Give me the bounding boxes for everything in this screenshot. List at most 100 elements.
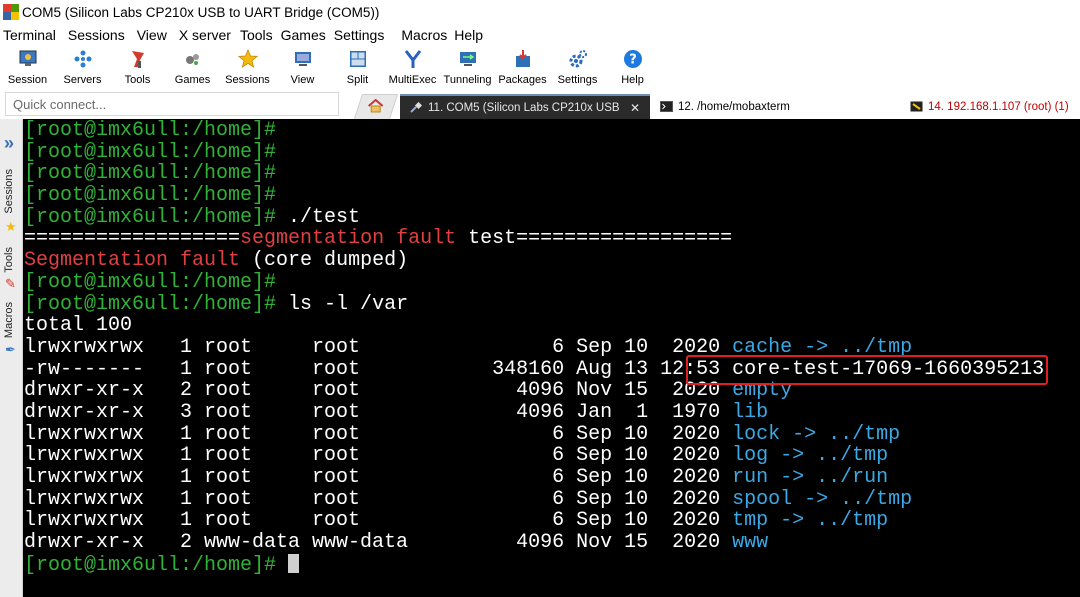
packages-button[interactable]: Packages	[495, 45, 550, 91]
terminal-line: Segmentation fault (core dumped)	[24, 250, 1080, 272]
terminal-line: [root@imx6ull:/home]#	[24, 163, 1080, 185]
terminal-lines: [root@imx6ull:/home]# [root@imx6ull:/home…	[24, 119, 1080, 577]
tab-ssh-root-label: 14. 192.168.1.107 (root) (1)	[928, 100, 1069, 113]
terminal-line: lrwxrwxrwx 1 root root 6 Sep 10 2020 tmp…	[24, 510, 1080, 532]
terminal-line: ==================segmentation fault tes…	[24, 228, 1080, 250]
terminal-line: drwxr-xr-x 2 www-data www-data 4096 Nov …	[24, 532, 1080, 554]
shell-prompt: [root@imx6ull:/home]#	[24, 205, 277, 229]
gear-icon	[567, 48, 589, 70]
shell-command: ./test	[276, 205, 361, 229]
tunneling-icon	[457, 48, 479, 70]
games-icon	[182, 48, 204, 70]
star-icon: ★	[5, 219, 17, 234]
help-button[interactable]: ? Help	[605, 45, 660, 91]
sidebar-tab-sessions[interactable]: Sessions	[3, 169, 15, 214]
games-button[interactable]: Games	[165, 45, 220, 91]
ls-link-target: -> ../tmp	[792, 487, 913, 511]
menu-tools[interactable]: Tools	[240, 27, 273, 43]
shell-prompt: [root@imx6ull:/home]#	[24, 270, 277, 294]
ls-entry-info: lrwxrwxrwx 1 root root 6 Sep 10 2020	[24, 335, 733, 359]
terminal-line: [root@imx6ull:/home]# ./test	[24, 205, 1080, 229]
toolbar: Session Servers Tools Games Sessions Vie…	[0, 45, 1080, 91]
sidebar-tab-macros[interactable]: Macros	[3, 302, 15, 338]
packages-icon	[512, 48, 534, 70]
mobaxterm-app-icon	[3, 4, 19, 20]
terminal-line: lrwxrwxrwx 1 root root 6 Sep 10 2020 loc…	[24, 422, 1080, 446]
menu-macros[interactable]: Macros	[401, 27, 447, 43]
error-text: Segmentation fault	[24, 249, 241, 273]
terminal-icon	[660, 101, 673, 112]
banner-rule: ==================	[516, 227, 733, 251]
ls-entry-info: lrwxrwxrwx 1 root root 6 Sep 10 2020	[24, 422, 733, 446]
terminal-line: [root@imx6ull:/home]#	[24, 141, 1080, 164]
split-icon	[347, 48, 369, 70]
shell-prompt: [root@imx6ull:/home]#	[24, 292, 277, 316]
star-icon	[237, 48, 259, 70]
terminal-line: [root@imx6ull:/home]#	[24, 270, 1080, 294]
tab-ssh-root[interactable]: 14. 192.168.1.107 (root) (1)	[902, 94, 1080, 119]
close-icon[interactable]: ✕	[630, 101, 640, 115]
tunneling-button[interactable]: Tunneling	[440, 45, 495, 91]
quick-connect-input[interactable]	[5, 92, 339, 116]
monitor-session-icon	[17, 48, 39, 70]
banner-error-text: segmentation fault	[240, 227, 457, 251]
session-button[interactable]: Session	[0, 45, 55, 91]
split-button[interactable]: Split	[330, 45, 385, 91]
settings-button[interactable]: Settings	[550, 45, 605, 91]
ls-link-target: -> ../tmp	[780, 422, 901, 446]
tab-com5[interactable]: 11. COM5 (Silicon Labs CP210x USB ✕	[400, 94, 652, 119]
tab-mobaxterm-label: 12. /home/mobaxterm	[678, 100, 790, 113]
shell-prompt: [root@imx6ull:/home]#	[24, 119, 277, 142]
tools-icon: ✎	[5, 276, 16, 291]
view-icon	[292, 48, 314, 70]
menu-terminal[interactable]: Terminal	[3, 27, 56, 43]
home-tab[interactable]	[353, 94, 399, 119]
ls-entry-name: run	[732, 466, 769, 489]
terminal-line: total 100	[24, 315, 1080, 337]
terminal-line: lrwxrwxrwx 1 root root 6 Sep 10 2020 run…	[24, 467, 1080, 489]
tab-strip: 11. COM5 (Silicon Labs CP210x USB ✕ 12. …	[0, 91, 1080, 119]
ls-entry-info: drwxr-xr-x 2 www-data www-data 4096 Nov …	[24, 531, 733, 555]
view-button[interactable]: View	[275, 45, 330, 91]
tools-button[interactable]: Tools	[110, 45, 165, 91]
multiexec-button[interactable]: MultiExec	[385, 45, 440, 91]
terminal-line: [root@imx6ull:/home]#	[24, 185, 1080, 207]
terminal-line: [root@imx6ull:/home]#	[24, 553, 1080, 577]
servers-button[interactable]: Servers	[55, 45, 110, 91]
tab-mobaxterm[interactable]: 12. /home/mobaxterm	[650, 94, 900, 119]
terminal-line: drwxr-xr-x 3 root root 4096 Jan 1 1970 l…	[24, 402, 1080, 424]
ls-entry-name: tmp	[732, 509, 769, 533]
menu-help[interactable]: Help	[454, 27, 483, 43]
macro-pen-icon: ✒	[5, 342, 16, 357]
ls-link-target: -> ../tmp	[768, 509, 889, 533]
home-icon	[368, 98, 384, 116]
ls-link-target: -> ../tmp	[768, 444, 889, 468]
text-cursor	[288, 553, 300, 573]
terminal-line: lrwxrwxrwx 1 root root 6 Sep 10 2020 spo…	[24, 487, 1080, 511]
menu-bar: Terminal Sessions View X server Tools Ga…	[0, 24, 1080, 45]
terminal-line: [root@imx6ull:/home]# ls -l /var	[24, 292, 1080, 316]
svg-text:?: ?	[629, 53, 637, 68]
menu-games[interactable]: Games	[281, 27, 326, 43]
menu-x-server[interactable]: X server	[179, 27, 231, 43]
sessions-button[interactable]: Sessions	[220, 45, 275, 91]
serial-plug-icon	[410, 101, 423, 113]
menu-sessions[interactable]: Sessions	[68, 27, 125, 43]
shell-command	[276, 554, 288, 577]
ls-entry-name: lib	[732, 400, 769, 424]
help-icon: ?	[622, 48, 644, 70]
expand-sidebar-icon[interactable]: »	[4, 133, 14, 154]
title-bar: COM5 (Silicon Labs CP210x USB to UART Br…	[0, 0, 1080, 24]
ls-entry-name: spool	[732, 487, 793, 511]
ls-entry-name: lock	[732, 422, 781, 446]
output-text: total 100	[24, 314, 133, 338]
sidebar-tab-tools[interactable]: Tools	[3, 247, 15, 273]
ls-entry-name: log	[732, 444, 769, 468]
shell-prompt: [root@imx6ull:/home]#	[24, 162, 277, 186]
tools-icon	[127, 48, 149, 70]
ls-entry-info: drwxr-xr-x 3 root root 4096 Jan 1 1970	[24, 400, 733, 424]
servers-dots-icon	[72, 48, 94, 70]
error-detail: (core dumped)	[240, 249, 409, 273]
menu-view[interactable]: View	[137, 27, 167, 43]
menu-settings[interactable]: Settings	[334, 27, 385, 43]
